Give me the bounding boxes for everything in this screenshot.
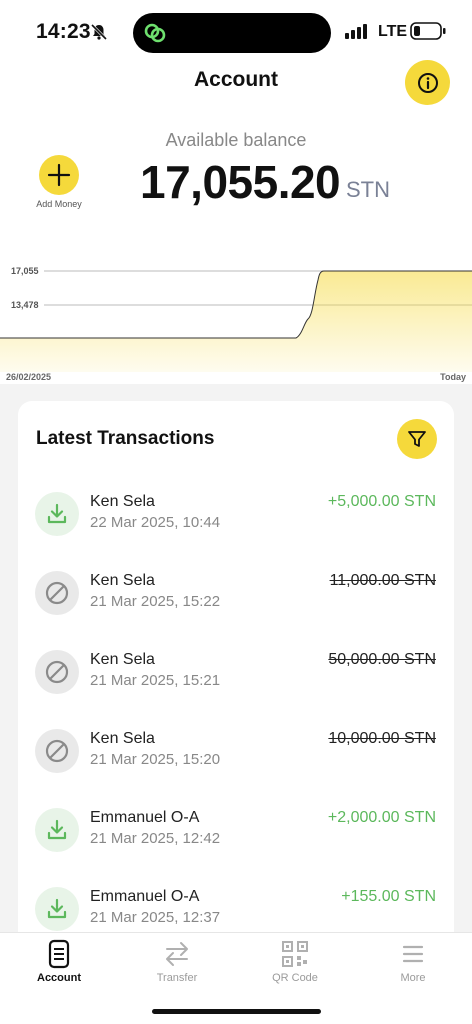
menu-icon [402,945,424,963]
transaction-name: Emmanuel O-A [90,888,200,905]
page-title: Account [194,68,278,91]
home-indicator[interactable] [152,1009,321,1014]
tab-qr-code-label: QR Code [272,972,318,984]
filter-button[interactable] [397,419,437,459]
tab-more[interactable]: More [354,939,472,984]
add-money-button[interactable] [39,155,79,195]
battery-icon [410,22,446,40]
transaction-row[interactable]: Ken Sela 21 Mar 2025, 15:21 50,000.00 ST… [18,638,454,717]
cancelled-icon [35,650,79,694]
transaction-date: 21 Mar 2025, 12:42 [90,830,221,847]
transaction-date: 21 Mar 2025, 15:21 [90,672,221,689]
received-icon [35,808,79,852]
balance-label: Available balance [165,130,307,150]
transaction-date: 22 Mar 2025, 10:44 [90,514,221,531]
transaction-amount: +155.00 STN [341,888,436,905]
transactions-panel: Latest Transactions Ken Sela 22 Mar 2025… [18,401,454,961]
tab-account-label: Account [37,972,81,984]
status-bar: 14:23 LTE [0,0,472,62]
tab-transfer-label: Transfer [156,972,198,984]
transaction-row[interactable]: Emmanuel O-A 21 Mar 2025, 12:42 +2,000.0… [18,796,454,875]
transaction-date: 21 Mar 2025, 12:37 [90,909,221,926]
transaction-row[interactable]: Ken Sela 21 Mar 2025, 15:20 10,000.00 ST… [18,717,454,796]
transactions-list: Ken Sela 22 Mar 2025, 10:44 +5,000.00 ST… [18,480,454,954]
network-type: LTE [378,23,408,40]
status-time: 14:23 [36,20,91,43]
add-money-label: Add Money [36,199,82,209]
tab-qr-code[interactable]: QR Code [236,939,354,984]
x-axis-end-label: Today [440,372,466,382]
link-icon [144,23,166,43]
x-axis-start-label: 26/02/2025 [6,372,52,382]
add-money[interactable]: Add Money [30,155,88,209]
transfer-icon [166,942,188,966]
tab-more-label: More [400,972,426,984]
dynamic-island [133,13,331,53]
transactions-title: Latest Transactions [36,428,215,449]
transaction-name: Ken Sela [90,572,155,589]
received-icon [35,887,79,931]
tab-transfer[interactable]: Transfer [118,939,236,984]
transaction-name: Ken Sela [90,651,155,668]
transaction-amount: 11,000.00 STN [329,572,436,589]
balance-amount: 17,055.20 [140,156,341,208]
balance-currency: STN [346,177,390,202]
transaction-amount: 50,000.00 STN [328,651,436,668]
y-tick-mid: 13,478 [11,300,39,310]
received-icon [35,492,79,536]
filter-icon [408,431,426,447]
transaction-amount: 10,000.00 STN [328,730,436,747]
cancelled-icon [35,571,79,615]
qr-code-icon [282,941,308,967]
plus-icon [47,163,71,187]
bell-muted-icon [90,23,108,41]
transaction-name: Ken Sela [90,730,155,747]
info-button[interactable] [405,60,450,105]
account-icon [48,939,70,969]
signal-icon [345,24,367,39]
tab-account[interactable]: Account [0,939,118,984]
transaction-date: 21 Mar 2025, 15:20 [90,751,221,768]
transaction-amount: +2,000.00 STN [327,809,436,826]
transaction-name: Ken Sela [90,493,155,510]
balance-chart: 17,055 13,478 [0,266,472,372]
y-tick-top: 17,055 [11,266,39,276]
balance-area [0,271,472,372]
info-icon [417,72,438,93]
transaction-row[interactable]: Ken Sela 21 Mar 2025, 15:22 11,000.00 ST… [18,559,454,638]
cancelled-icon [35,729,79,773]
transaction-row[interactable]: Ken Sela 22 Mar 2025, 10:44 +5,000.00 ST… [18,480,454,559]
transaction-amount: +5,000.00 STN [327,493,436,510]
transaction-date: 21 Mar 2025, 15:22 [90,593,221,610]
transaction-name: Emmanuel O-A [90,809,200,826]
